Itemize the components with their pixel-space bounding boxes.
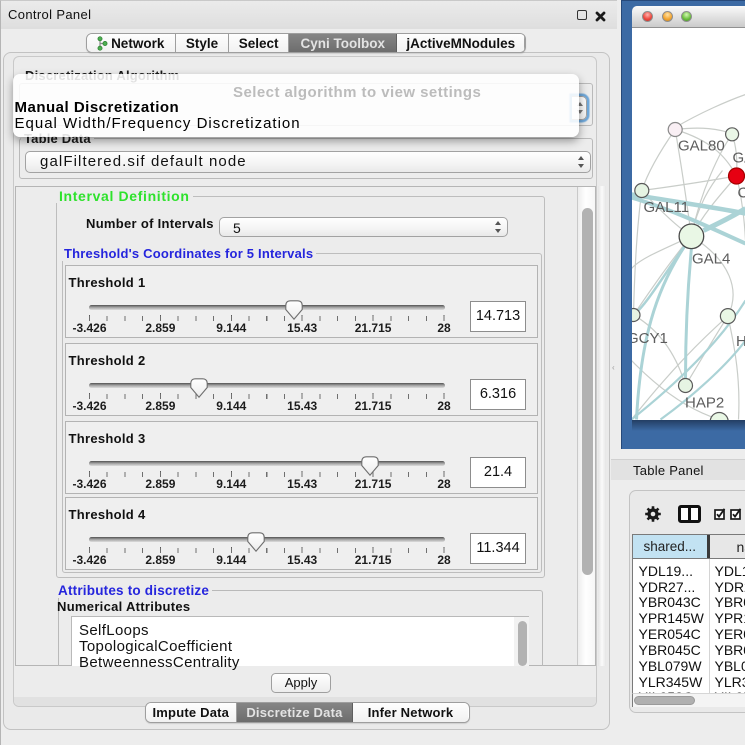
svg-text:GCY1: GCY1 [632, 330, 668, 347]
svg-text:GAL4: GAL4 [692, 250, 730, 267]
svg-text:H: H [736, 333, 745, 350]
svg-text:GAL11: GAL11 [643, 199, 689, 216]
svg-text:HAP2: HAP2 [685, 394, 724, 411]
svg-text:GA: GA [732, 149, 745, 166]
svg-text:GAL80: GAL80 [678, 137, 725, 154]
svg-text:C: C [737, 184, 745, 201]
